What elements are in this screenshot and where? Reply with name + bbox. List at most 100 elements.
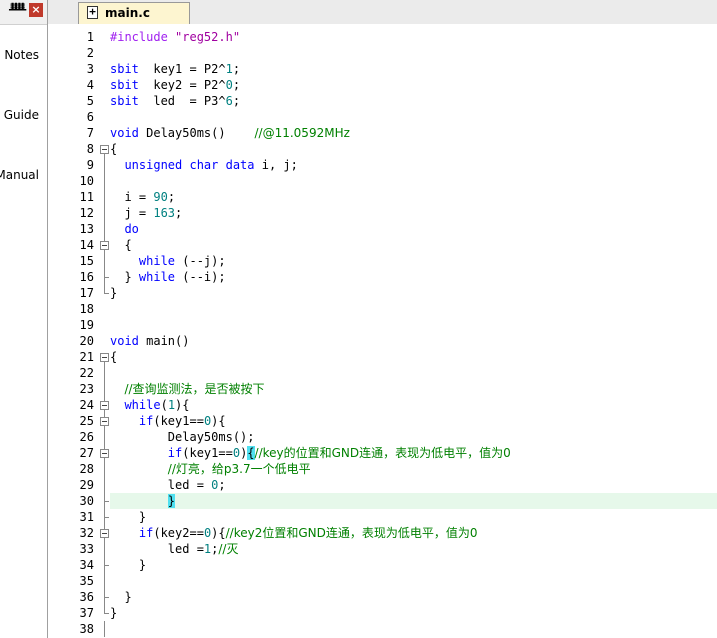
fold-toggle[interactable] <box>100 241 109 250</box>
line-number: 18 <box>79 302 94 316</box>
fold-toggle[interactable] <box>100 401 109 410</box>
pin-icon[interactable]: ᚙ <box>9 3 26 17</box>
fold-guide <box>104 250 105 277</box>
code-token: { <box>247 446 255 460</box>
line-number: 23 <box>79 382 94 396</box>
code-token: j = <box>110 206 154 220</box>
fold-toggle[interactable] <box>100 417 109 426</box>
fold-end <box>104 517 109 518</box>
fold-end <box>104 613 109 614</box>
code-line[interactable]: void main() <box>110 333 189 349</box>
code-line[interactable]: if(key1==0){ <box>110 413 226 429</box>
code-token: //灯亮，给p3.7一个低电平 <box>167 462 311 476</box>
code-line[interactable]: while (--j); <box>110 253 226 269</box>
fold-end <box>104 277 109 278</box>
code-line[interactable]: i = 90; <box>110 189 175 205</box>
c-file-icon <box>87 5 98 19</box>
code-line[interactable]: led = 0; <box>110 477 226 493</box>
code-line[interactable]: sbit key1 = P2^1; <box>110 61 240 77</box>
code-line[interactable]: Delay50ms(); <box>110 429 255 445</box>
code-token: i, j; <box>254 158 298 172</box>
code-line[interactable]: if(key1==0){//key的位置和GND连通，表现为低电平，值为0 <box>110 445 511 461</box>
line-number: 35 <box>79 574 94 588</box>
line-number: 24 <box>79 398 94 412</box>
code-token: led = <box>110 542 204 556</box>
code-token: (--i); <box>175 270 226 284</box>
code-line[interactable]: { <box>110 237 132 253</box>
line-number: 4 <box>86 78 94 92</box>
line-number: 11 <box>79 190 94 204</box>
code-line[interactable]: { <box>110 349 117 365</box>
code-line[interactable]: do <box>110 221 138 237</box>
code-line[interactable]: //灯亮，给p3.7一个低电平 <box>110 461 311 477</box>
code-token: 163 <box>153 206 176 220</box>
code-line[interactable]: unsigned char data i, j; <box>110 157 298 173</box>
line-number: 27 <box>79 446 94 460</box>
code-line[interactable]: { <box>110 141 117 157</box>
fold-toggle[interactable] <box>100 529 109 538</box>
fold-guide <box>104 458 105 501</box>
code-editor[interactable]: 1 2 3 4 5 6 7 8 9 10 11 12 13 14 15 16 17 18 19 20 21 22 23 24 2… <box>48 25 717 638</box>
code-line[interactable]: } <box>110 557 146 573</box>
code-line[interactable]: led =1;//灭 <box>110 541 239 557</box>
code-token: (key2== <box>153 526 204 540</box>
line-number: 16 <box>79 270 94 284</box>
line-number: 8 <box>86 142 94 156</box>
code-line[interactable]: //查询监测法，是否被按下 <box>110 381 264 397</box>
code-line[interactable]: } <box>110 509 146 525</box>
line-number: 36 <box>79 590 94 604</box>
code-token: void <box>110 126 139 140</box>
code-token: ; <box>232 94 241 108</box>
line-number: 2 <box>86 46 94 60</box>
code-line[interactable]: } <box>110 605 117 621</box>
line-number: 1 <box>86 30 94 44</box>
fold-end <box>104 501 109 502</box>
code-token: ; <box>175 206 183 220</box>
code-line[interactable]: while(1){ <box>110 397 189 413</box>
code-token: } <box>110 510 147 524</box>
code-token: if <box>167 446 183 460</box>
code-line[interactable]: sbit key2 = P2^0; <box>110 77 240 93</box>
code-token: { <box>110 350 118 364</box>
line-number: 29 <box>79 478 94 492</box>
code-token: 1 <box>167 398 176 412</box>
code-line[interactable]: sbit led = P3^6; <box>110 93 240 109</box>
code-line[interactable]: j = 163; <box>110 205 182 221</box>
code-line[interactable]: } <box>110 589 132 605</box>
fold-guide <box>104 538 105 565</box>
code-line[interactable]: if(key2==0){//key2位置和GND连通，表现为低电平，值为0 <box>110 525 478 541</box>
code-token: //key2位置和GND连通，表现为低电平，值为0 <box>225 526 478 540</box>
fold-toggle[interactable] <box>100 145 109 154</box>
code-line[interactable]: } <box>110 493 176 509</box>
fold-toggle[interactable] <box>100 353 109 362</box>
code-token: //key的位置和GND连通，表现为低电平，值为0 <box>254 446 511 460</box>
code-line[interactable]: } while (--i); <box>110 269 226 285</box>
line-number: 28 <box>79 462 94 476</box>
code-token: led = <box>110 478 212 492</box>
code-line[interactable]: #include "reg52.h" <box>110 29 240 45</box>
code-line[interactable]: void Delay50ms() //@11.0592MHz <box>110 125 350 141</box>
book-item-guide[interactable]: s Guide <box>0 108 39 122</box>
book-item-manual[interactable]: Manual <box>0 168 39 182</box>
code-token: } <box>110 606 118 620</box>
code-token: if <box>138 414 154 428</box>
line-number: 3 <box>86 62 94 76</box>
code-token: while <box>138 270 176 284</box>
book-item-notes[interactable]: Notes <box>4 48 39 62</box>
code-token: main() <box>138 334 190 348</box>
tab-main-c[interactable]: main.c <box>78 2 190 24</box>
code-token: { <box>110 238 132 252</box>
code-line[interactable]: } <box>110 285 117 301</box>
close-icon[interactable]: × <box>29 3 43 17</box>
code-token: } <box>110 590 132 604</box>
fold-toggle[interactable] <box>100 449 109 458</box>
code-token: { <box>218 526 226 540</box>
project-panel: ᚙ × Notes s Guide Manual <box>0 0 48 638</box>
